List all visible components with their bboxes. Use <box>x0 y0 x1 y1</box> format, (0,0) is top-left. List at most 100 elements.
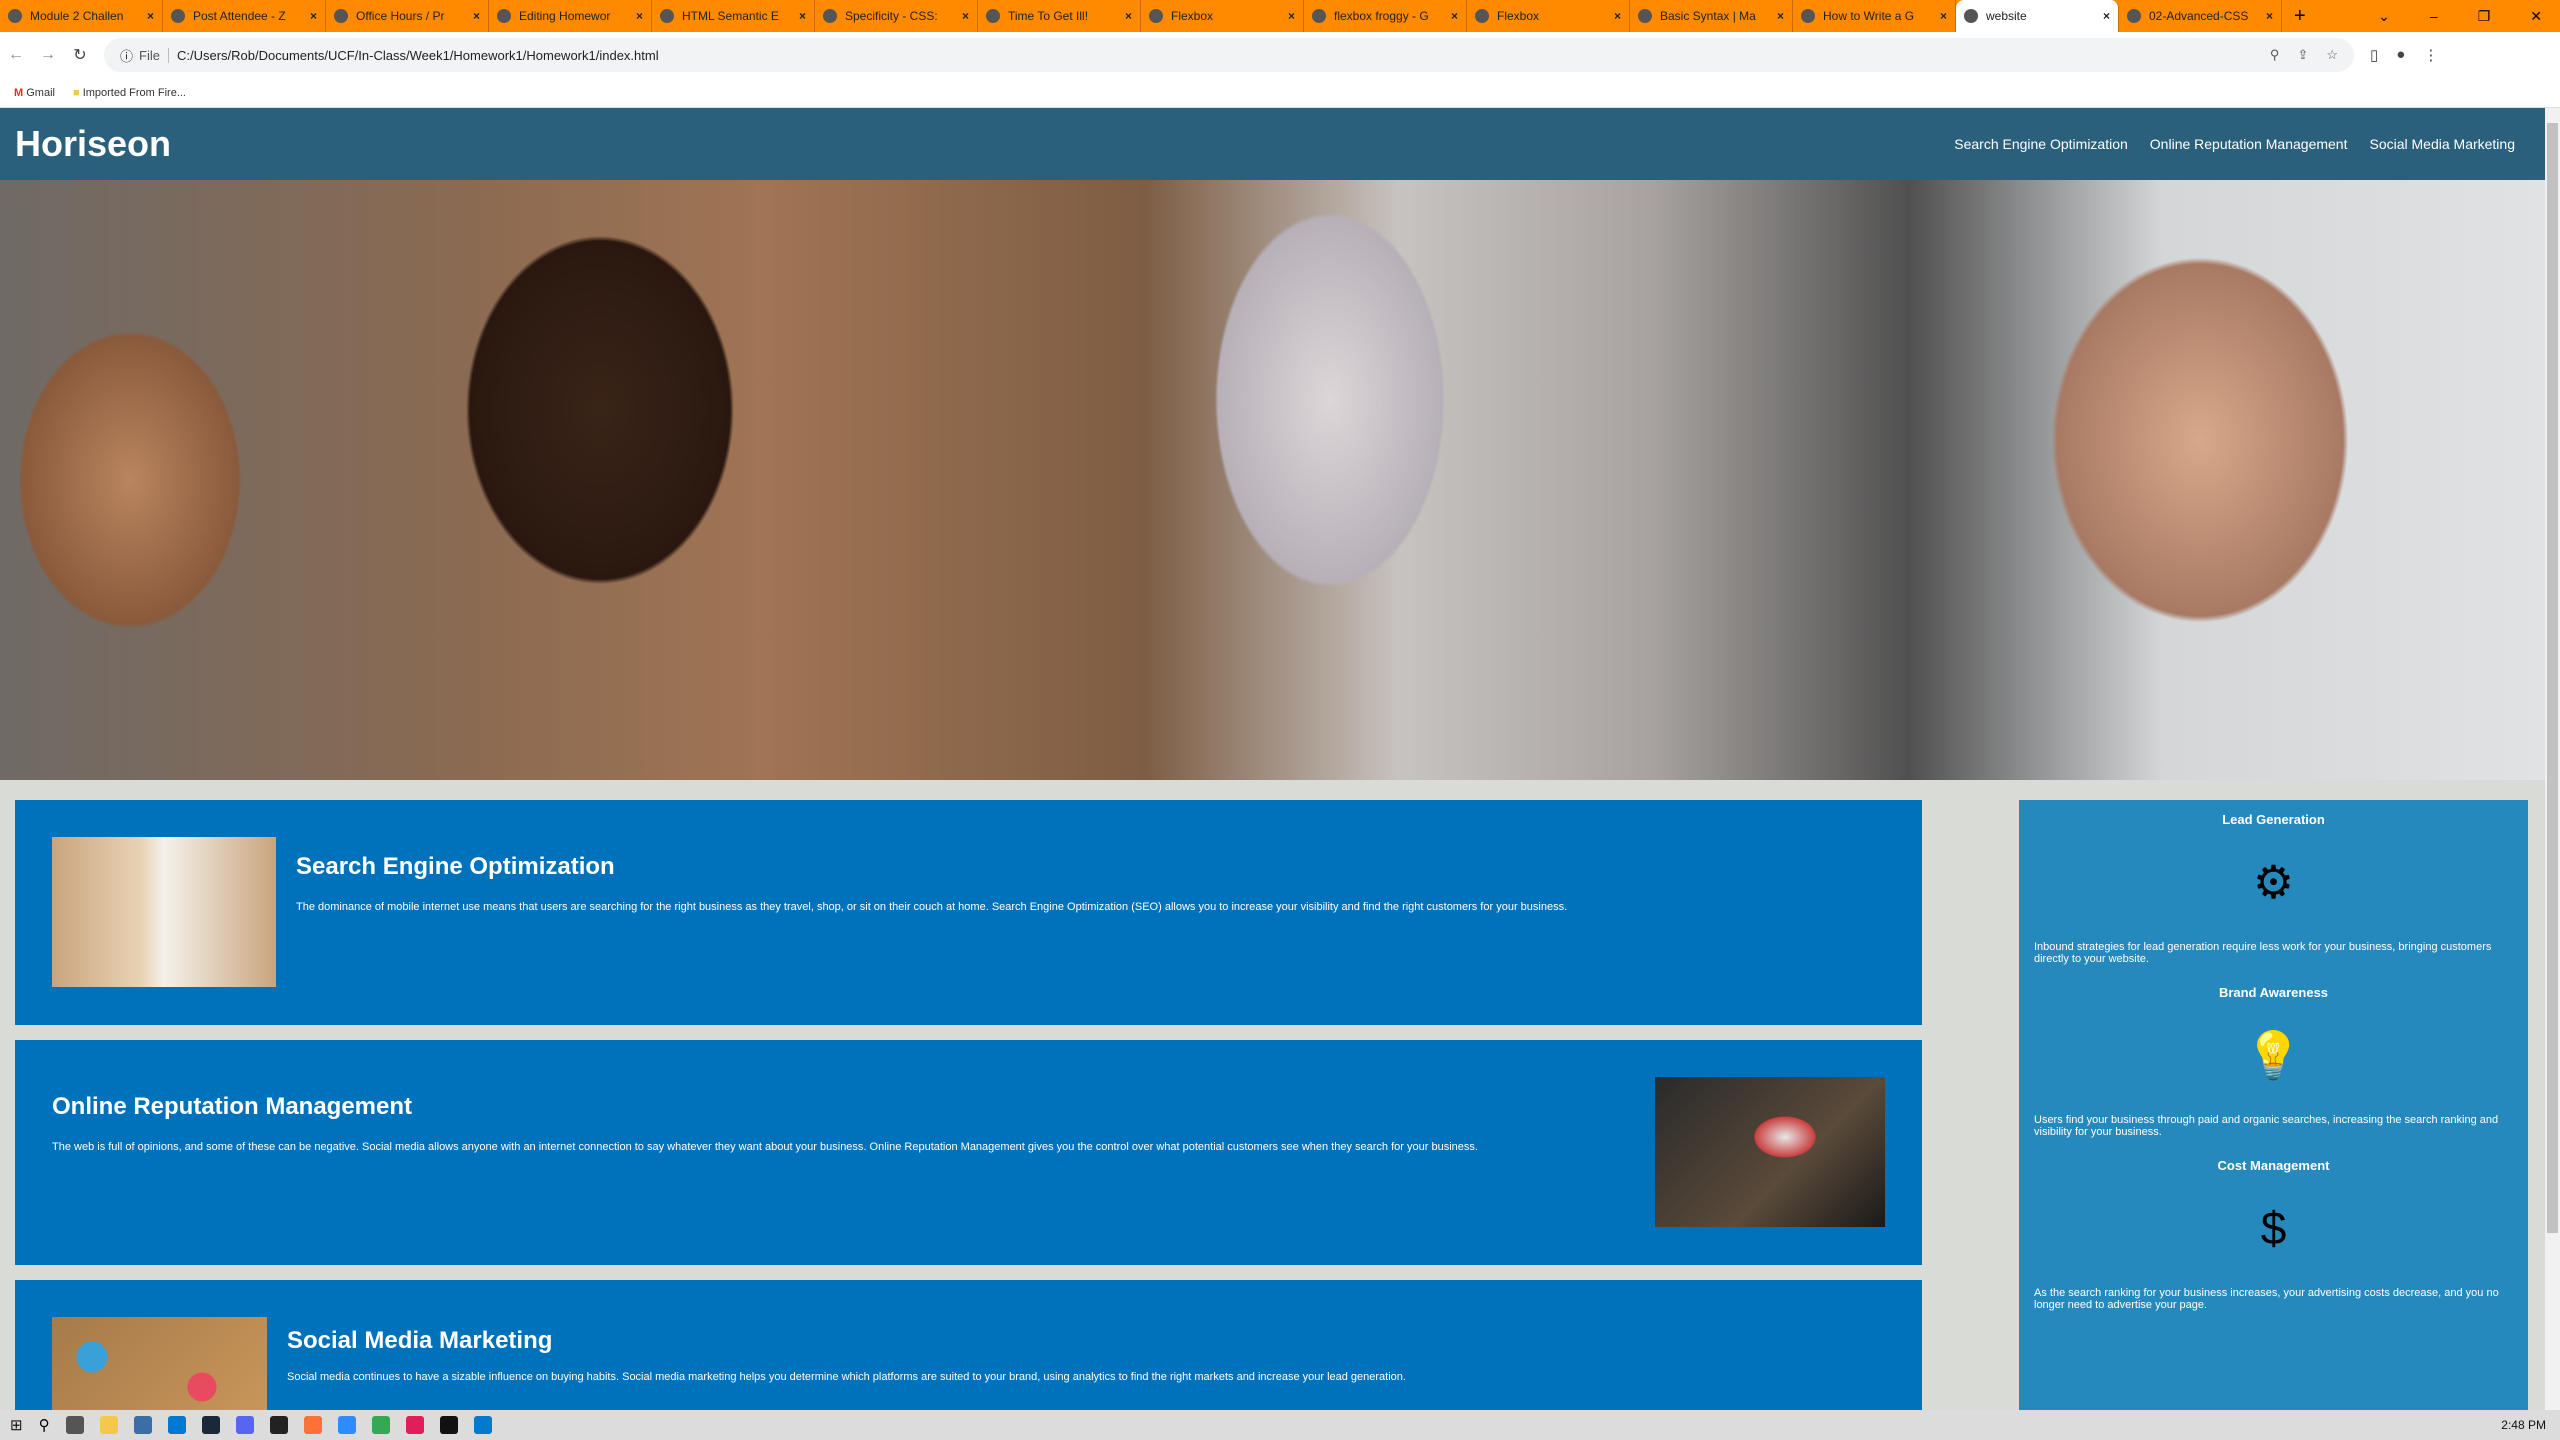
menu-icon[interactable]: ⋮ <box>2423 46 2438 64</box>
windows-start-icon[interactable]: ⊞ <box>10 1416 23 1434</box>
section-title: Online Reputation Management <box>52 1093 413 1120</box>
forward-icon[interactable]: → <box>32 46 64 64</box>
info-icon[interactable]: ⓘ <box>120 46 133 65</box>
section-smm: Social Media Marketing Social media conti… <box>15 1280 1922 1410</box>
zoom-icon <box>171 9 185 23</box>
browser-tab[interactable]: website × <box>1956 0 2119 32</box>
benefit-text: Inbound strategies for lead generation r… <box>2034 941 2492 965</box>
nvidia-icon[interactable] <box>269 1416 288 1434</box>
hero-image <box>0 180 2545 780</box>
gitlab-icon <box>2127 9 2141 23</box>
close-tab-icon[interactable]: × <box>799 9 806 23</box>
markdown-icon <box>1638 9 1652 23</box>
bookmark-label: Gmail <box>26 86 55 99</box>
address-bar[interactable]: ⓘ File C:/Users/Rob/Documents/UCF/In-Cla… <box>104 38 2354 72</box>
close-tab-icon[interactable]: × <box>1777 9 1784 23</box>
nav-link-smm[interactable]: Social Media Marketing <box>2369 136 2515 152</box>
close-tab-icon[interactable]: × <box>636 9 643 23</box>
minimize-icon[interactable]: – <box>2430 8 2438 25</box>
profile-icon[interactable]: ● <box>2396 46 2405 64</box>
close-tab-icon[interactable]: × <box>1451 9 1458 23</box>
zoom-app-icon[interactable] <box>337 1416 356 1434</box>
section-title: Social Media Marketing <box>287 1327 553 1354</box>
clock[interactable]: 2:48 PM <box>2501 1418 2560 1432</box>
bookmark-gmail[interactable]: M Gmail <box>14 87 55 99</box>
browser-tab[interactable]: Time To Get Ill! × <box>978 0 1141 32</box>
benefit-brand-awareness: Brand Awareness 💡 Users find your busine… <box>2034 985 2513 1138</box>
tab-search-icon[interactable]: ⌄ <box>2378 8 2390 25</box>
url-text[interactable]: C:/Users/Rob/Documents/UCF/In-Class/Week… <box>177 48 659 63</box>
browser-tab[interactable]: How to Write a G × <box>1793 0 1956 32</box>
benefit-title: Lead Generation <box>2222 812 2325 827</box>
globe-icon <box>1475 9 1489 23</box>
browser-tab[interactable]: Module 2 Challen × <box>0 0 163 32</box>
close-tab-icon[interactable]: × <box>2103 9 2110 23</box>
browser-tab[interactable]: Office Hours / Pr × <box>326 0 489 32</box>
browser-tab[interactable]: flexbox froggy - G × <box>1304 0 1467 32</box>
close-tab-icon[interactable]: × <box>2266 9 2273 23</box>
store-icon[interactable] <box>133 1416 152 1434</box>
w3-icon <box>660 9 674 23</box>
browser-tab[interactable]: Flexbox × <box>1141 0 1304 32</box>
close-tab-icon[interactable]: × <box>1125 9 1132 23</box>
taskbar: ⊞ ⚲ 2:48 PM <box>0 1410 2560 1440</box>
scrollbar-thumb[interactable] <box>2547 123 2558 1233</box>
star-icon[interactable]: ☆ <box>2326 47 2338 63</box>
bookmark-imported[interactable]: ■ Imported From Fire... <box>73 87 186 99</box>
search-icon[interactable]: ⚲ <box>39 1416 50 1434</box>
zoom-icon[interactable]: ⚲ <box>2270 47 2280 63</box>
folder-icon: ■ <box>72 86 80 99</box>
browser-tab[interactable]: HTML Semantic E × <box>652 0 815 32</box>
chrome-icon[interactable] <box>371 1416 390 1434</box>
tab-label: Office Hours / Pr <box>356 9 445 23</box>
nav-link-orm[interactable]: Online Reputation Management <box>2150 136 2348 152</box>
benefit-title: Brand Awareness <box>2218 985 2329 1000</box>
tab-label: Module 2 Challen <box>30 9 124 23</box>
browser-tab[interactable]: Post Attendee - Z × <box>163 0 326 32</box>
funnel-gear-icon: ⚙ <box>2252 856 2295 908</box>
mdn-icon <box>823 9 837 23</box>
gear-coins-icon: $ <box>2260 1202 2287 1254</box>
close-tab-icon[interactable]: × <box>962 9 969 23</box>
module-icon <box>8 9 22 23</box>
steam-icon[interactable] <box>201 1416 220 1434</box>
close-tab-icon[interactable]: × <box>473 9 480 23</box>
sheets-icon <box>334 9 348 23</box>
restore-icon[interactable]: ❐ <box>2478 8 2491 25</box>
close-tab-icon[interactable]: × <box>1614 9 1621 23</box>
nav-link-seo[interactable]: Search Engine Optimization <box>1954 136 2128 152</box>
github-desktop-icon[interactable] <box>439 1416 458 1434</box>
benefit-cost-management: Cost Management $ As the search ranking … <box>2034 1158 2513 1311</box>
new-tab-button[interactable]: + <box>2282 5 2318 28</box>
browser-tab[interactable]: 02-Advanced-CSS × <box>2119 0 2282 32</box>
vscode-icon[interactable] <box>473 1416 492 1434</box>
tab-label: HTML Semantic E <box>682 9 779 23</box>
close-tab-icon[interactable]: × <box>1288 9 1295 23</box>
page-scrollbar[interactable] <box>2545 108 2560 1410</box>
file-label: File <box>139 47 169 63</box>
close-tab-icon[interactable]: × <box>1940 9 1947 23</box>
sidebar-icon[interactable]: ▯ <box>2370 46 2378 64</box>
close-window-icon[interactable]: ✕ <box>2530 8 2542 25</box>
bookmarks-bar: M Gmail ■ Imported From Fire... <box>0 78 2560 108</box>
site-logo[interactable]: Horiseon <box>15 123 171 165</box>
section-text: The dominance of mobile internet use mea… <box>296 901 1568 913</box>
close-tab-icon[interactable]: × <box>147 9 154 23</box>
mail-icon[interactable] <box>167 1416 186 1434</box>
browser-tab[interactable]: Flexbox × <box>1467 0 1630 32</box>
taskview-icon[interactable] <box>65 1416 84 1434</box>
share-icon[interactable]: ⇪ <box>2297 47 2308 63</box>
discord-icon[interactable] <box>235 1416 254 1434</box>
browser-tab[interactable]: Specificity - CSS: × <box>815 0 978 32</box>
firefox-icon[interactable] <box>303 1416 322 1434</box>
browser-tab[interactable]: Editing Homewor × <box>489 0 652 32</box>
back-icon[interactable]: ← <box>0 46 32 64</box>
reload-icon[interactable]: ↻ <box>64 45 96 65</box>
file-explorer-icon[interactable] <box>99 1416 118 1434</box>
slack-icon[interactable] <box>405 1416 424 1434</box>
tab-label: Post Attendee - Z <box>193 9 286 23</box>
close-tab-icon[interactable]: × <box>310 9 317 23</box>
benefit-title: Cost Management <box>2217 1158 2330 1173</box>
browser-tab[interactable]: Basic Syntax | Ma × <box>1630 0 1793 32</box>
tab-label: Flexbox <box>1497 9 1540 23</box>
